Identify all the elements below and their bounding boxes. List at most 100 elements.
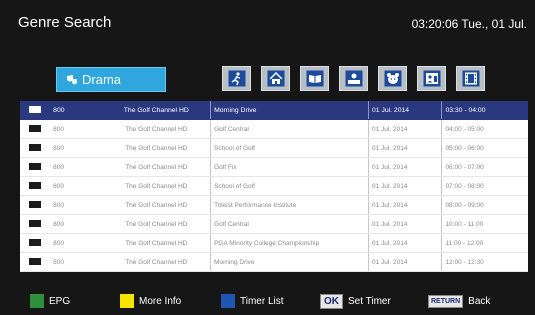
- back-legend[interactable]: RETURN Back: [428, 293, 490, 309]
- channel-name: The Golf Channel HD: [102, 214, 212, 234]
- timer-list-label: Timer List: [240, 295, 284, 307]
- kids-bear-icon: [384, 70, 401, 87]
- program-date: 01 Jul. 2014: [368, 176, 443, 196]
- tv-icon: [20, 119, 51, 139]
- tv-icon: [20, 233, 51, 253]
- tv-icon: [20, 252, 51, 272]
- channel-name: The Golf Channel HD: [102, 176, 212, 196]
- program-row[interactable]: 800 The Golf Channel HD School of Golf 0…: [20, 176, 528, 196]
- page-title: Genre Search: [18, 14, 112, 31]
- program-date: 01 Jul. 2014: [368, 119, 443, 139]
- education-category-button[interactable]: [300, 66, 329, 91]
- film-icon: [462, 70, 479, 87]
- program-row[interactable]: 800 The Golf Channel HD PGA Minority Col…: [20, 233, 528, 253]
- program-date: 01 Jul. 2014: [368, 233, 443, 253]
- news-category-button[interactable]: [339, 66, 368, 91]
- program-date: 01 Jul. 2014: [368, 195, 443, 215]
- program-time: 10:00 - 11:00: [441, 214, 528, 234]
- program-row[interactable]: 800 The Golf Channel HD Golf Central 01 …: [20, 119, 528, 139]
- kids-category-button[interactable]: [378, 66, 407, 91]
- program-title: Titleist Performance Institute: [210, 195, 370, 215]
- channel-number: 800: [50, 119, 103, 139]
- program-time: 06:00 - 07:00: [441, 157, 528, 177]
- lifestyle-category-button[interactable]: [261, 66, 290, 91]
- channel-number: 800: [50, 214, 103, 234]
- channel-number: 800: [50, 157, 103, 177]
- channel-name: The Golf Channel HD: [102, 233, 212, 253]
- program-time: 07:00 - 08:00: [441, 176, 528, 196]
- epg-legend[interactable]: EPG: [30, 293, 70, 309]
- sports-category-button[interactable]: [222, 66, 251, 91]
- more-info-label: More Info: [139, 295, 182, 307]
- program-title: School of Golf: [210, 176, 370, 196]
- program-list: 800 The Golf Channel HD Morning Drive 01…: [20, 101, 528, 272]
- program-date: 01 Jul. 2014: [368, 138, 443, 158]
- program-date: 01 Jul. 2014: [368, 157, 443, 177]
- ok-key-icon: OK: [320, 293, 343, 309]
- blue-key-icon: [221, 294, 235, 308]
- house-icon: [267, 70, 284, 87]
- program-time: 04:00 - 05:00: [441, 119, 528, 139]
- genre-selector-drama[interactable]: Drama: [56, 67, 166, 92]
- genre-search-screen: Genre Search 03:20:06 Tue., 01 Jul. Dram…: [0, 0, 535, 315]
- tv-icon: [20, 176, 51, 196]
- channel-name: The Golf Channel HD: [102, 157, 212, 177]
- tv-icon: [20, 101, 51, 120]
- program-time: 11:00 - 12:00: [441, 233, 528, 253]
- program-row[interactable]: 800 The Golf Channel HD School of Golf 0…: [20, 138, 528, 158]
- documentary-icon: [423, 70, 440, 87]
- program-title: Morning Drive: [210, 101, 370, 120]
- channel-name: The Golf Channel HD: [102, 195, 212, 215]
- program-row[interactable]: 800 The Golf Channel HD Morning Drive 01…: [20, 101, 528, 120]
- program-date: 01 Jul. 2014: [368, 101, 443, 120]
- epg-label: EPG: [49, 295, 71, 307]
- program-title: Golf Central: [210, 214, 370, 234]
- program-title: Golf Fix: [210, 157, 370, 177]
- category-icon-bar: [222, 66, 485, 91]
- channel-number: 800: [50, 101, 103, 120]
- channel-name: The Golf Channel HD: [102, 252, 212, 272]
- channel-number: 800: [50, 195, 103, 215]
- program-date: 01 Jul. 2014: [368, 252, 443, 272]
- channel-number: 800: [50, 176, 103, 196]
- program-date: 01 Jul. 2014: [368, 214, 443, 234]
- back-label: Back: [468, 295, 491, 307]
- documentary-category-button[interactable]: [417, 66, 446, 91]
- channel-name: The Golf Channel HD: [102, 138, 212, 158]
- channel-name: The Golf Channel HD: [102, 119, 212, 139]
- drama-icon: [66, 74, 78, 86]
- program-time: 05:00 - 06:00: [441, 138, 528, 158]
- program-title: PGA Minority College Championship: [210, 233, 370, 253]
- more-info-legend[interactable]: More Info: [120, 293, 181, 309]
- yellow-key-icon: [120, 294, 134, 308]
- set-timer-legend[interactable]: OK Set Timer: [320, 293, 391, 309]
- program-row[interactable]: 800 The Golf Channel HD Morning Drive 01…: [20, 252, 528, 272]
- program-row[interactable]: 800 The Golf Channel HD Titleist Perform…: [20, 195, 528, 215]
- program-time: 12:00 - 12:30: [441, 252, 528, 272]
- channel-number: 800: [50, 252, 103, 272]
- program-row[interactable]: 800 The Golf Channel HD Golf Central 01 …: [20, 214, 528, 234]
- channel-name: The Golf Channel HD: [102, 101, 212, 120]
- program-row[interactable]: 800 The Golf Channel HD Golf Fix 01 Jul.…: [20, 157, 528, 177]
- tv-icon: [20, 157, 51, 177]
- tv-icon: [20, 195, 51, 215]
- program-title: Golf Central: [210, 119, 370, 139]
- sports-icon: [228, 70, 245, 87]
- set-timer-label: Set Timer: [348, 295, 391, 307]
- program-title: School of Golf: [210, 138, 370, 158]
- movie-category-button[interactable]: [456, 66, 485, 91]
- tv-icon: [20, 138, 51, 158]
- return-key-icon: RETURN: [428, 294, 464, 308]
- tv-icon: [20, 214, 51, 234]
- book-icon: [306, 70, 323, 87]
- program-title: Morning Drive: [210, 252, 370, 272]
- channel-number: 800: [50, 233, 103, 253]
- news-presenter-icon: [345, 70, 362, 87]
- program-time: 03:30 - 04:00: [441, 101, 528, 120]
- green-key-icon: [30, 294, 44, 308]
- clock: 03:20:06 Tue., 01 Jul.: [411, 17, 527, 31]
- button-legend: EPG More Info Timer List OK Set Timer RE…: [0, 293, 535, 313]
- channel-number: 800: [50, 138, 103, 158]
- program-time: 08:00 - 09:00: [441, 195, 528, 215]
- timer-list-legend[interactable]: Timer List: [221, 293, 284, 309]
